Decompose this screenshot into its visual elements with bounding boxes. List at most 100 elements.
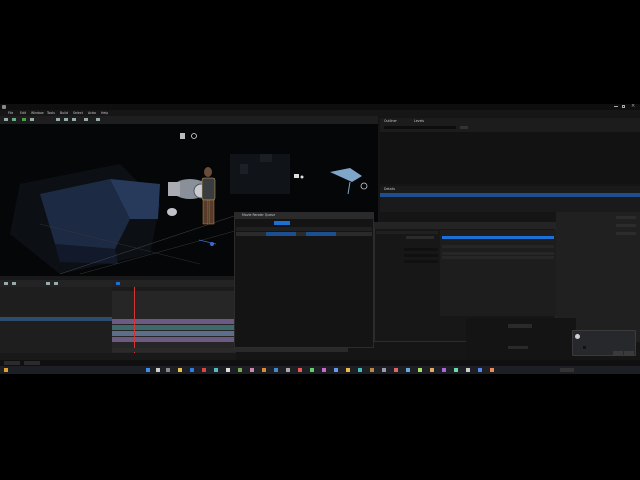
property-field[interactable]: [616, 216, 636, 219]
app-icon[interactable]: [286, 368, 290, 372]
outliner-search-input[interactable]: [384, 126, 456, 129]
menu-window[interactable]: Window: [31, 111, 44, 115]
picker-item[interactable]: [442, 252, 554, 255]
menu-help[interactable]: Help: [101, 111, 108, 115]
picker-item[interactable]: [442, 256, 554, 259]
seq-playback-icon[interactable]: [116, 282, 120, 285]
output-log-button[interactable]: [24, 361, 40, 365]
minimize-icon[interactable]: [614, 106, 618, 107]
notification-no-button[interactable]: [624, 351, 634, 355]
track-section[interactable]: [112, 331, 236, 336]
seq-track-add-icon[interactable]: [12, 282, 16, 285]
outliner-list[interactable]: [380, 132, 640, 184]
app-icon[interactable]: [490, 368, 494, 372]
app-icon[interactable]: [442, 368, 446, 372]
secondary-button[interactable]: [508, 346, 528, 349]
file-explorer-icon[interactable]: [178, 368, 182, 372]
mrq-settings-dropdown[interactable]: [266, 232, 296, 236]
sequencer-track-list[interactable]: [0, 287, 112, 353]
tab-details[interactable]: Details: [384, 187, 395, 191]
mode-icon[interactable]: [12, 118, 16, 121]
track-section[interactable]: [112, 337, 236, 342]
app-icon[interactable]: [274, 368, 278, 372]
seq-camera-icon[interactable]: [46, 282, 50, 285]
content-drawer-button[interactable]: [4, 361, 20, 365]
app-icon[interactable]: [214, 368, 218, 372]
property-field[interactable]: [616, 232, 636, 235]
mrq-output-link[interactable]: [306, 232, 336, 236]
outliner-filter-icon[interactable]: [460, 126, 468, 129]
camera-gizmo-icon[interactable]: [190, 130, 204, 142]
play-icon[interactable]: [22, 118, 26, 121]
app-icon[interactable]: [262, 368, 266, 372]
seq-render-icon[interactable]: [54, 282, 58, 285]
app-icon[interactable]: [202, 368, 206, 372]
app-icon[interactable]: [334, 368, 338, 372]
notification-yes-button[interactable]: [613, 351, 623, 355]
menu-tools[interactable]: Tools: [47, 111, 55, 115]
app-icon[interactable]: [346, 368, 350, 372]
settings-field[interactable]: [404, 260, 438, 263]
task-view-icon[interactable]: [166, 368, 170, 372]
secondary-dropdown[interactable]: [508, 324, 532, 328]
maximize-icon[interactable]: [622, 105, 625, 108]
pause-icon[interactable]: [30, 118, 34, 121]
app-icon[interactable]: [418, 368, 422, 372]
rotate-icon[interactable]: [64, 118, 68, 121]
sequencer-timeline[interactable]: [112, 287, 236, 353]
details-selected-row[interactable]: [380, 193, 640, 197]
save-icon[interactable]: [4, 118, 8, 121]
app-icon[interactable]: [298, 368, 302, 372]
app-icon[interactable]: [454, 368, 458, 372]
system-tray[interactable]: [560, 368, 574, 372]
app-icon[interactable]: [466, 368, 470, 372]
app-icon[interactable]: [358, 368, 362, 372]
search-icon[interactable]: [156, 368, 160, 372]
app-icon[interactable]: [430, 368, 434, 372]
app-icon[interactable]: [238, 368, 242, 372]
mrq-job-row[interactable]: [236, 232, 372, 236]
track-row-selected[interactable]: [0, 317, 112, 321]
settings-field[interactable]: [404, 254, 438, 257]
tab-outliner[interactable]: Outliner: [384, 119, 397, 123]
track-section[interactable]: [112, 325, 236, 330]
app-icon[interactable]: [310, 368, 314, 372]
unreal-icon[interactable]: [226, 368, 230, 372]
track-section[interactable]: [112, 319, 236, 324]
timeline-ruler[interactable]: [112, 287, 236, 291]
playhead[interactable]: [134, 287, 135, 353]
app-icon[interactable]: [406, 368, 410, 372]
camera-speed-icon[interactable]: [96, 118, 100, 121]
menu-actor[interactable]: Actor: [88, 111, 96, 115]
close-icon[interactable]: ×: [631, 104, 635, 108]
move-icon[interactable]: [56, 118, 60, 121]
edge-icon[interactable]: [190, 368, 194, 372]
menu-file[interactable]: File: [8, 111, 13, 115]
start-icon[interactable]: [146, 368, 150, 372]
snap-icon[interactable]: [84, 118, 88, 121]
menu-edit[interactable]: Edit: [20, 111, 26, 115]
seq-save-icon[interactable]: [4, 282, 8, 285]
metahuman-actor[interactable]: [196, 164, 220, 228]
settings-header[interactable]: [376, 231, 438, 234]
scale-icon[interactable]: [72, 118, 76, 121]
picker-highlight-row[interactable]: [442, 236, 554, 239]
render-button[interactable]: [274, 221, 290, 225]
picker-search-input[interactable]: [442, 245, 554, 248]
tab-levels[interactable]: Levels: [414, 119, 424, 123]
dont-ask-checkbox[interactable]: [583, 346, 586, 349]
app-icon[interactable]: [382, 368, 386, 372]
app-icon[interactable]: [322, 368, 326, 372]
menu-select[interactable]: Select: [73, 111, 83, 115]
app-icon[interactable]: [478, 368, 482, 372]
weather-icon[interactable]: [4, 368, 8, 372]
app-icon[interactable]: [250, 368, 254, 372]
app-icon[interactable]: [370, 368, 374, 372]
settings-tab[interactable]: [406, 236, 434, 239]
property-field[interactable]: [616, 224, 636, 227]
timeline-scrollbar[interactable]: [112, 348, 348, 352]
settings-field[interactable]: [404, 248, 438, 251]
menu-build[interactable]: Build: [60, 111, 68, 115]
app-icon[interactable]: [394, 368, 398, 372]
asset-picker[interactable]: [440, 230, 556, 316]
